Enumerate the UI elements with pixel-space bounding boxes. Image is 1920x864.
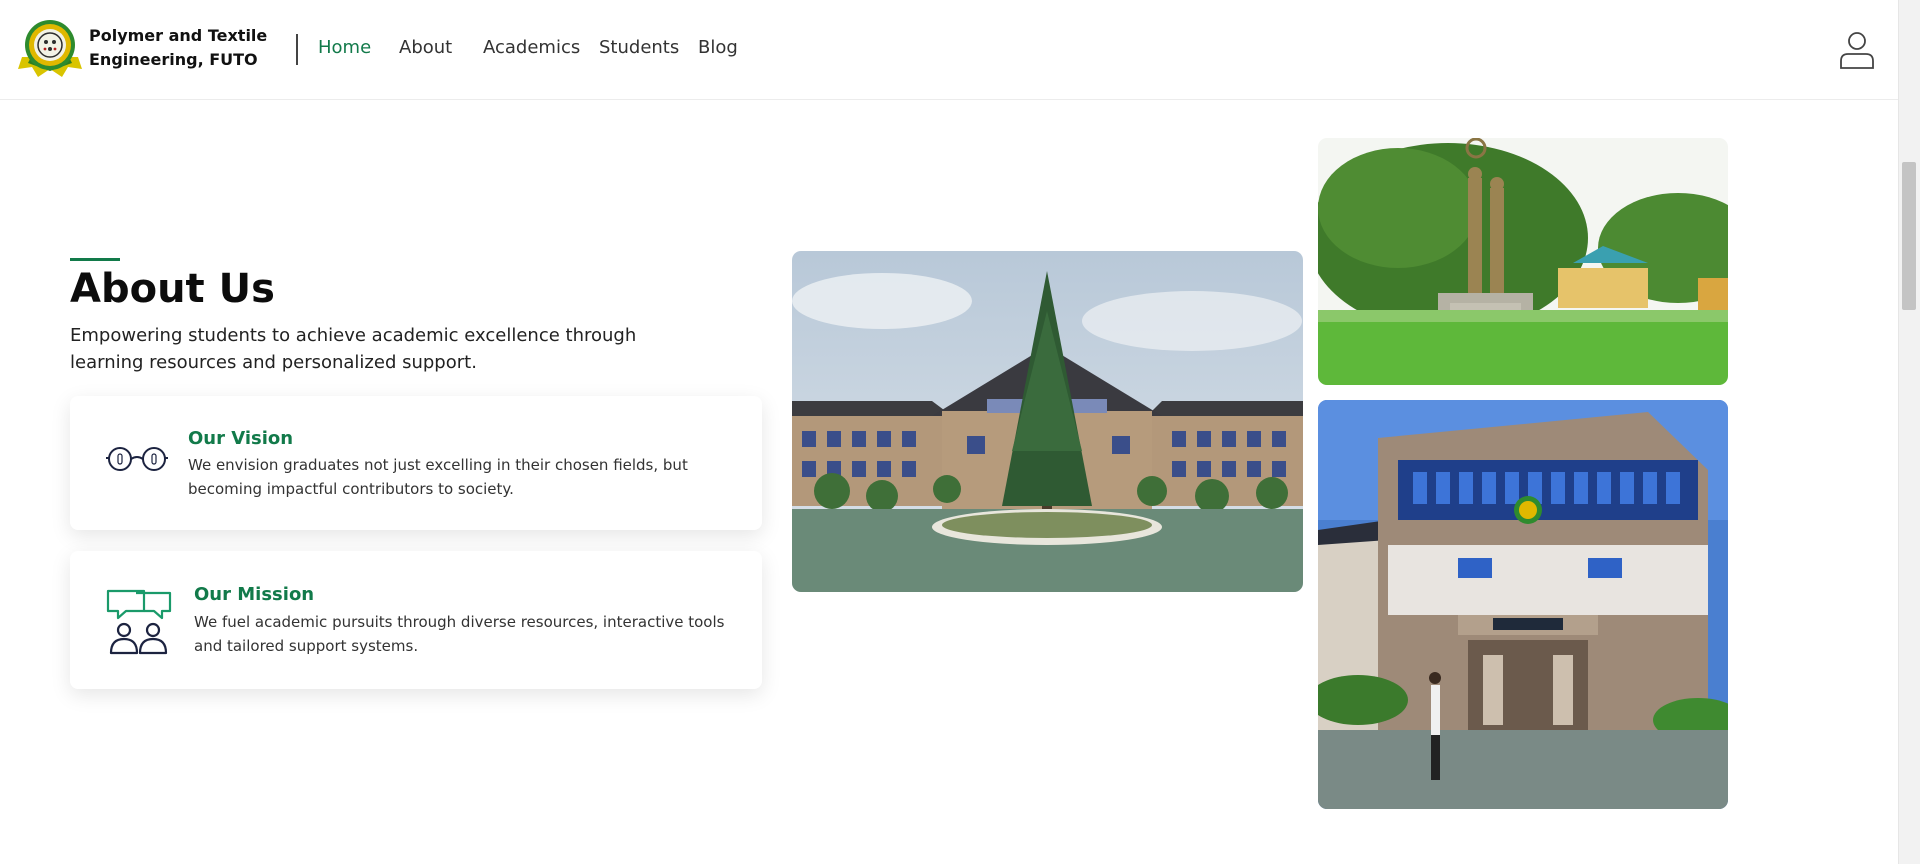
title-accent-line — [70, 258, 120, 261]
nav-students[interactable]: Students — [599, 37, 679, 58]
nav-about[interactable]: About — [399, 37, 452, 58]
university-logo[interactable] — [18, 17, 82, 79]
mission-text: We fuel academic pursuits through divers… — [194, 613, 725, 655]
nav-blog[interactable]: Blog — [698, 37, 738, 58]
about-title: About Us — [70, 266, 275, 312]
mission-title: Our Mission — [194, 584, 315, 605]
site-header: Polymer and Textile Engineering, FUTO Ho… — [0, 0, 1898, 100]
campus-building-photo — [792, 251, 1303, 592]
scrollbar-track[interactable] — [1898, 0, 1920, 864]
user-icon[interactable] — [1838, 30, 1876, 70]
vision-title: Our Vision — [188, 428, 294, 449]
glasses-icon — [106, 444, 168, 478]
senate-building-photo — [1318, 400, 1728, 809]
header-divider — [296, 34, 298, 65]
people-chat-icon — [106, 587, 172, 659]
page: Polymer and Textile Engineering, FUTO Ho… — [0, 0, 1920, 864]
scrollbar-thumb[interactable] — [1902, 162, 1916, 310]
brand-name[interactable]: Polymer and Textile Engineering, FUTO — [89, 24, 274, 72]
nav-home[interactable]: Home — [318, 37, 371, 58]
mission-card: Our Mission We fuel academic pursuits th… — [70, 551, 762, 689]
vision-text: We envision graduates not just excelling… — [188, 456, 688, 498]
about-subtitle: Empowering students to achieve academic … — [70, 325, 637, 373]
nav-academics[interactable]: Academics — [483, 37, 580, 58]
statue-photo — [1318, 138, 1728, 385]
vision-card: Our Vision We envision graduates not jus… — [70, 396, 762, 530]
